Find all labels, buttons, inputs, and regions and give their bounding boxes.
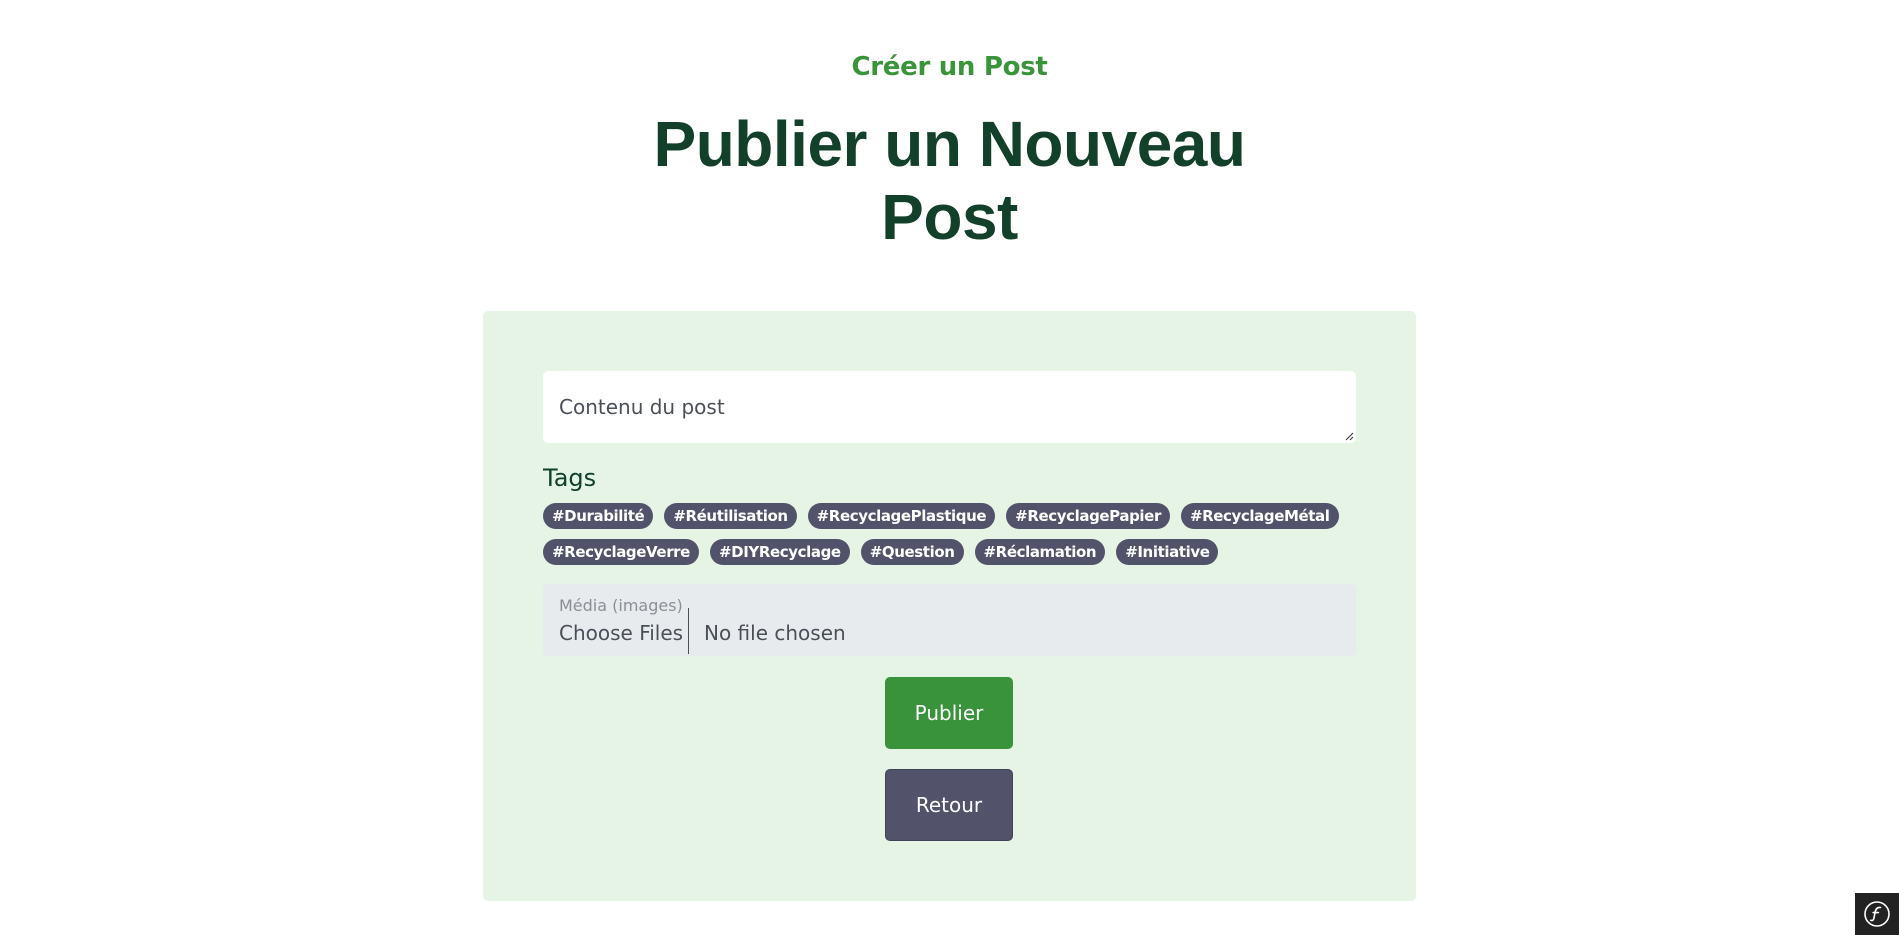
tag-recyclage-verre[interactable]: #RecyclageVerre: [543, 539, 699, 565]
tag-durabilite[interactable]: #Durabilité: [543, 503, 654, 529]
choose-files-button[interactable]: Choose Files: [559, 620, 683, 646]
page: Créer un Post Publier un Nouveau Post Co…: [0, 0, 1899, 935]
tag-initiative[interactable]: #Initiative: [1116, 539, 1219, 565]
post-content-placeholder: Contenu du post: [559, 395, 725, 419]
publish-button[interactable]: Publier: [885, 677, 1013, 749]
tag-reutilisation[interactable]: #Réutilisation: [664, 503, 797, 529]
symfony-toolbar-toggle[interactable]: [1855, 893, 1899, 935]
tag-question[interactable]: #Question: [860, 539, 964, 565]
symfony-icon: [1864, 901, 1890, 927]
tag-recyclage-plastique[interactable]: #RecyclagePlastique: [807, 503, 996, 529]
page-title: Publier un Nouveau Post: [0, 108, 1899, 254]
back-button[interactable]: Retour: [885, 769, 1013, 841]
tag-recyclage-papier[interactable]: #RecyclagePapier: [1006, 503, 1170, 529]
resize-handle-icon[interactable]: [1344, 431, 1354, 441]
tags-row-2: #RecyclageVerre #DIYRecyclage #Question …: [543, 539, 1219, 565]
page-title-line-1: Publier un Nouveau: [653, 108, 1246, 180]
no-file-status: No file chosen: [704, 621, 846, 645]
tags-label: Tags: [543, 464, 597, 492]
media-file-input[interactable]: Média (images) Choose Files No file chos…: [543, 584, 1356, 656]
tag-diy-recyclage[interactable]: #DIYRecyclage: [709, 539, 850, 565]
tag-recyclage-metal[interactable]: #RecyclageMétal: [1180, 503, 1339, 529]
media-label: Média (images): [559, 596, 683, 615]
tags-row-1: #Durabilité #Réutilisation #RecyclagePla…: [543, 503, 1339, 529]
tag-reclamation[interactable]: #Réclamation: [974, 539, 1106, 565]
post-content-textarea[interactable]: Contenu du post: [543, 371, 1356, 443]
post-form-card: Contenu du post Tags #Durabilité #Réutil…: [483, 311, 1416, 901]
page-subtitle: Créer un Post: [851, 52, 1048, 82]
file-input-divider: [688, 608, 689, 654]
page-title-line-2: Post: [881, 181, 1018, 253]
